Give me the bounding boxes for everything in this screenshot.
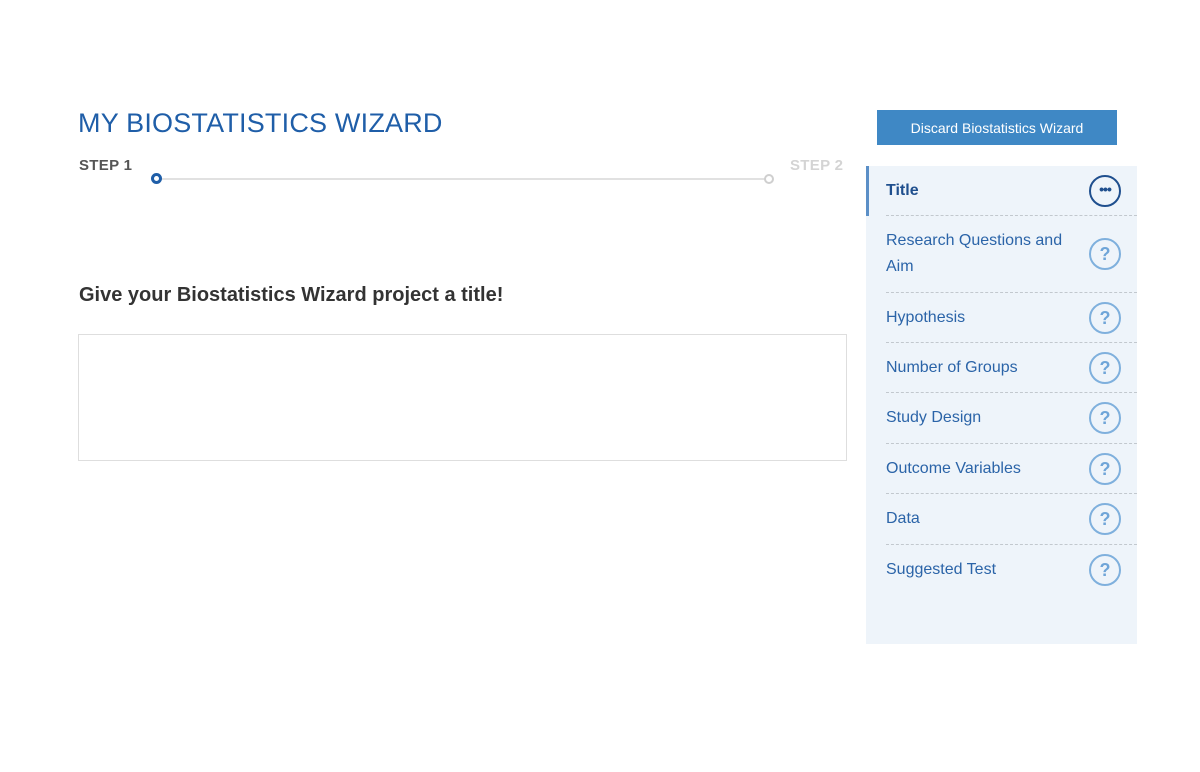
active-item-indicator (866, 166, 869, 216)
sidebar-item-label: Outcome Variables (886, 459, 1021, 477)
sidebar-item-hypothesis[interactable]: Hypothesis? (886, 293, 1137, 343)
sidebar-item-label: Suggested Test (886, 561, 997, 578)
step-progress-track (156, 178, 768, 180)
sidebar-item-label: Number of Groups (886, 358, 1018, 376)
help-icon[interactable]: ? (1089, 503, 1121, 535)
sidebar-item-outcome-variables[interactable]: Outcome Variables? (886, 444, 1137, 494)
sidebar-item-number-of-groups[interactable]: Number of Groups? (886, 343, 1137, 393)
sidebar-item-data[interactable]: Data? (886, 494, 1137, 545)
sidebar-item-study-design[interactable]: Study Design? (886, 393, 1137, 444)
sidebar-item-title[interactable]: Title ••• (886, 166, 1137, 216)
wizard-sidebar: Title ••• Research Questions and Aim? Hypot… (866, 166, 1137, 644)
wizard-page: MY BIOSTATISTICS WIZARD STEP 1 STEP 2 Gi… (0, 0, 1200, 772)
help-icon[interactable]: ? (1089, 554, 1121, 586)
sidebar-item-label: Research Questions and Aim (886, 232, 1063, 275)
project-title-input[interactable] (78, 334, 847, 461)
sidebar-item-research-questions-and-aim[interactable]: Research Questions and Aim? (886, 216, 1137, 293)
help-icon[interactable]: ? (1089, 351, 1121, 384)
help-icon[interactable]: ? (1089, 452, 1121, 485)
discard-wizard-button[interactable]: Discard Biostatistics Wizard (877, 110, 1117, 145)
title-prompt: Give your Biostatistics Wizard project a… (79, 284, 504, 306)
step-1-label: STEP 1 (79, 157, 133, 174)
sidebar-item-label: Data (886, 510, 920, 527)
sidebar-item-label: Title (886, 181, 919, 199)
sidebar-item-label: Hypothesis (886, 308, 966, 326)
help-icon[interactable]: ? (1089, 301, 1121, 334)
step-2-label: STEP 2 (790, 157, 844, 174)
page-title: MY BIOSTATISTICS WIZARD (78, 108, 443, 138)
step-1-indicator[interactable] (151, 173, 162, 184)
sidebar-item-suggested-test[interactable]: Suggested Test? (886, 545, 1137, 595)
step-2-indicator[interactable] (764, 174, 774, 184)
more-icon[interactable]: ••• (1089, 174, 1121, 207)
sidebar-item-label: Study Design (886, 409, 982, 426)
help-icon[interactable]: ? (1089, 402, 1121, 434)
help-icon[interactable]: ? (1089, 238, 1121, 270)
sidebar-nav: Title ••• Research Questions and Aim? Hypot… (886, 166, 1137, 595)
